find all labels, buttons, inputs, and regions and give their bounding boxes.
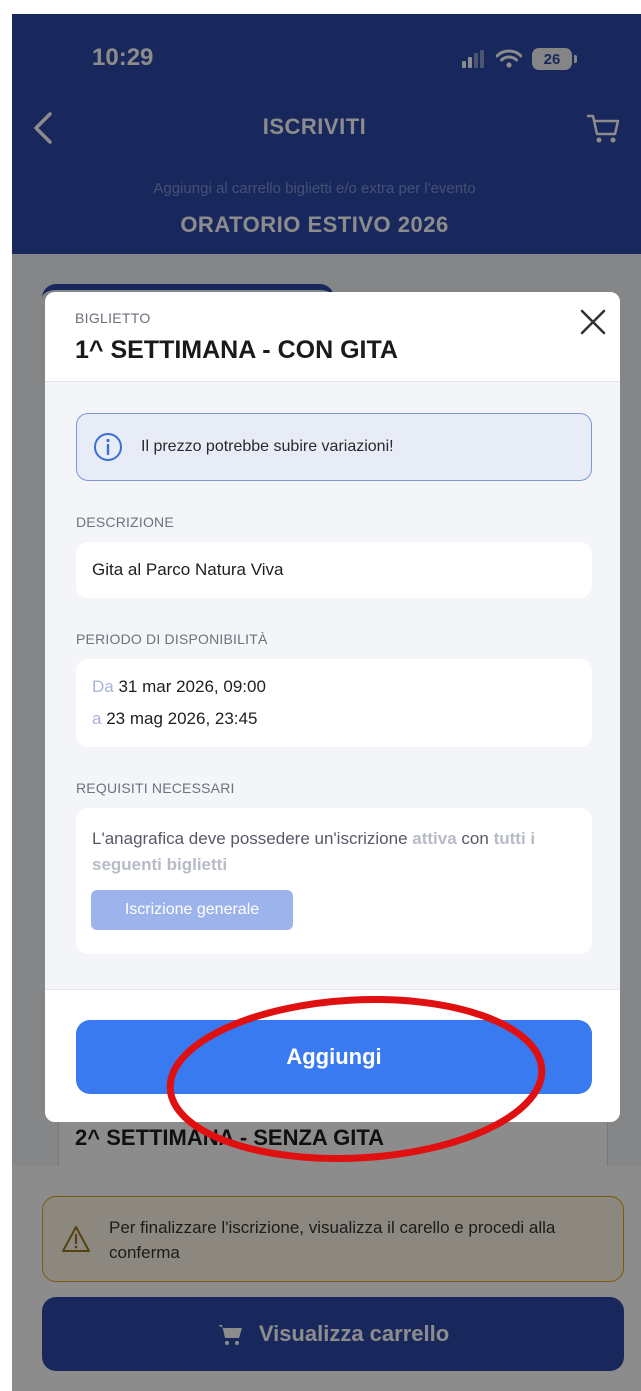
availability-from: Da 31 mar 2026, 09:00 bbox=[92, 677, 266, 697]
from-date: 31 mar 2026, 09:00 bbox=[118, 677, 266, 696]
modal-title: 1^ SETTIMANA - CON GITA bbox=[75, 336, 398, 364]
to-date: 23 mag 2026, 23:45 bbox=[106, 709, 258, 728]
requirements-text-1: L'anagrafica deve possedere un'iscrizion… bbox=[92, 829, 408, 848]
requirements-active: attiva bbox=[412, 829, 457, 848]
requirements-label: REQUISITI NECESSARI bbox=[76, 780, 235, 796]
description-value: Gita al Parco Natura Viva bbox=[92, 560, 284, 579]
availability-field: Da 31 mar 2026, 09:00 a 23 mag 2026, 23:… bbox=[76, 659, 592, 747]
to-prefix: a bbox=[92, 709, 102, 728]
requirements-text-2: con bbox=[461, 829, 489, 848]
modal-footer: Aggiungi bbox=[45, 989, 620, 1122]
ticket-modal: BIGLIETTO 1^ SETTIMANA - CON GITA Il pre… bbox=[45, 292, 620, 1122]
from-prefix: Da bbox=[92, 677, 114, 696]
close-icon[interactable] bbox=[577, 306, 609, 338]
availability-label: PERIODO DI DISPONIBILITÀ bbox=[76, 631, 268, 647]
info-text: Il prezzo potrebbe subire variazioni! bbox=[141, 438, 394, 455]
required-ticket-chip[interactable]: Iscrizione generale bbox=[91, 890, 293, 930]
requirements-field: L'anagrafica deve possedere un'iscrizion… bbox=[76, 808, 592, 954]
availability-to: a 23 mag 2026, 23:45 bbox=[92, 709, 257, 729]
modal-kicker: BIGLIETTO bbox=[75, 310, 151, 326]
requirements-text: L'anagrafica deve possedere un'iscrizion… bbox=[92, 826, 582, 878]
modal-header: BIGLIETTO 1^ SETTIMANA - CON GITA bbox=[45, 292, 620, 382]
add-button[interactable]: Aggiungi bbox=[76, 1020, 592, 1094]
price-info-box: Il prezzo potrebbe subire variazioni! bbox=[76, 413, 592, 481]
description-field: Gita al Parco Natura Viva bbox=[76, 542, 592, 598]
description-label: DESCRIZIONE bbox=[76, 514, 174, 530]
info-icon bbox=[94, 433, 122, 461]
